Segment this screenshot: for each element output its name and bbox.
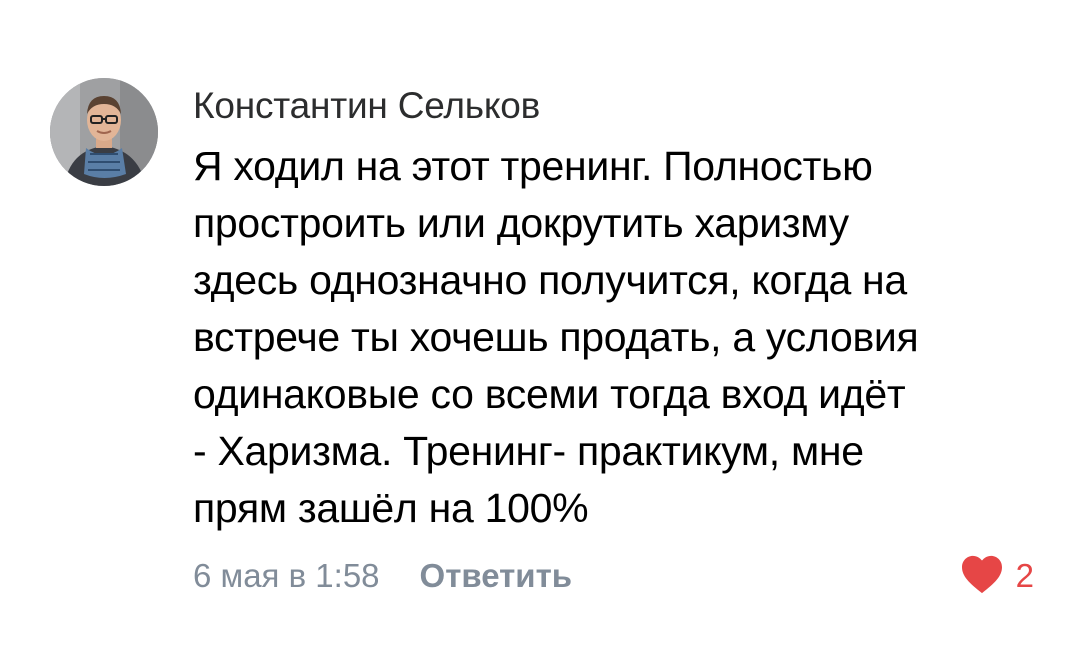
reply-button[interactable]: Ответить (420, 557, 573, 595)
avatar-photo (50, 78, 158, 186)
like-button[interactable]: 2 (960, 552, 1034, 600)
comment-text: Я ходил на этот тренинг. Полностью прост… (193, 143, 919, 531)
comment-date[interactable]: 6 мая в 1:58 (193, 557, 380, 595)
avatar[interactable] (50, 78, 158, 186)
comment: Константин Сельков Я ходил на этот трени… (0, 0, 1080, 651)
heart-icon (960, 554, 1004, 599)
comment-body: Константин Сельков Я ходил на этот трени… (193, 82, 1033, 537)
comment-meta: 6 мая в 1:58 Ответить (193, 552, 572, 600)
like-count: 2 (1015, 557, 1034, 594)
author-name[interactable]: Константин Сельков (193, 82, 1033, 130)
